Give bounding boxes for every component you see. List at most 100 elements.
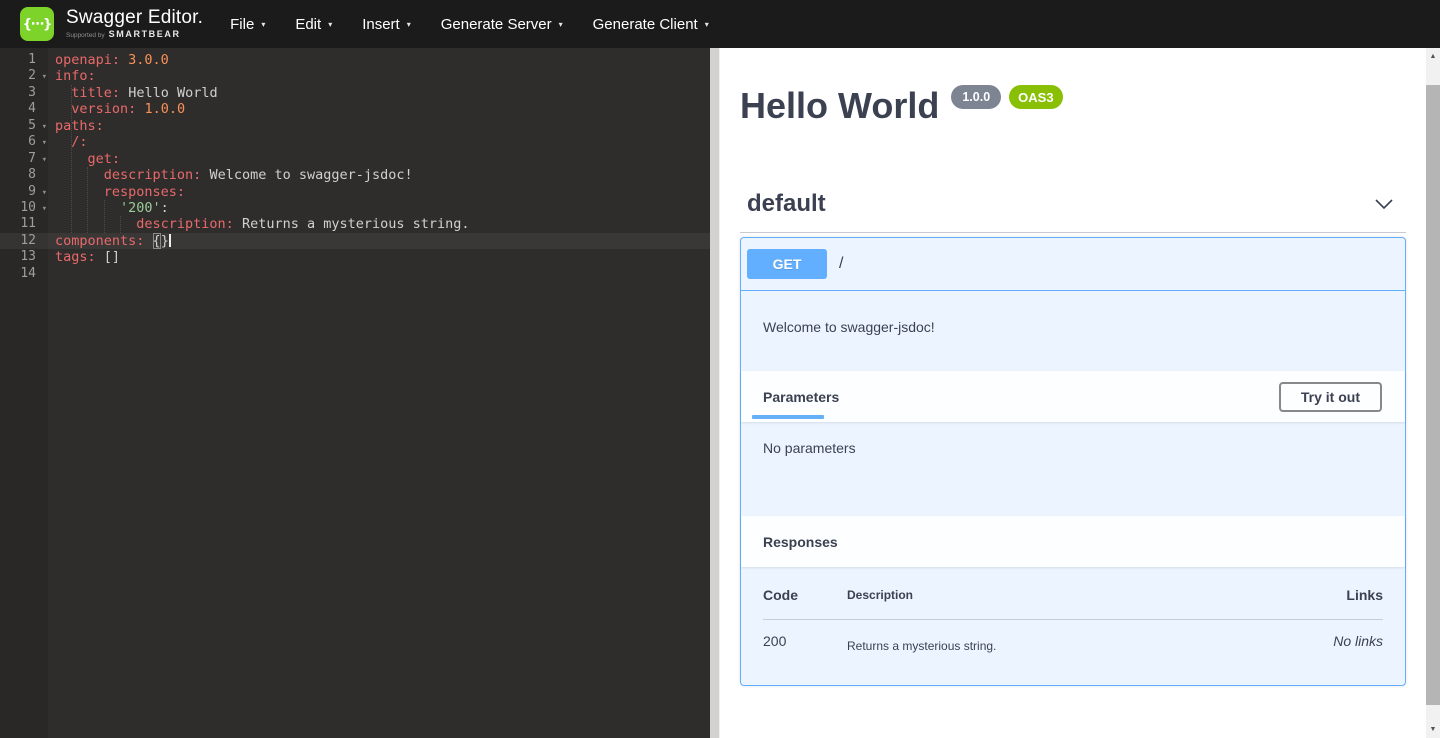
- api-title: Hello World: [740, 88, 939, 124]
- preview-wrapper: Hello World 1.0.0 OAS3 default GET / Wel…: [740, 48, 1406, 686]
- responses-body: Code Description Links 200Returns a myst…: [741, 567, 1405, 685]
- response-links: No links: [1273, 633, 1383, 653]
- gutter-row: 7▾: [0, 151, 48, 167]
- menu-label: Insert: [362, 16, 400, 33]
- responses-table-header: Code Description Links: [763, 587, 1383, 620]
- editor-line: '200':: [55, 200, 710, 216]
- editor-line: description: Returns a mysterious string…: [55, 216, 710, 232]
- try-it-out-button[interactable]: Try it out: [1279, 382, 1382, 412]
- fold-arrow-icon[interactable]: ▾: [42, 69, 47, 85]
- tag-section-default[interactable]: default: [740, 190, 1406, 233]
- col-header-code: Code: [763, 587, 847, 603]
- swagger-ui-preview: Hello World 1.0.0 OAS3 default GET / Wel…: [720, 48, 1426, 738]
- responses-table: Code Description Links 200Returns a myst…: [763, 587, 1383, 653]
- scrollbar-thumb[interactable]: [1426, 85, 1440, 705]
- yaml-editor[interactable]: 12▾345▾6▾7▾89▾10▾11121314 openapi: 3.0.0…: [0, 48, 710, 738]
- line-numbers: 12▾345▾6▾7▾89▾10▾11121314: [0, 52, 48, 282]
- operation-path: /: [839, 255, 843, 273]
- gutter-row: 5▾: [0, 118, 48, 134]
- response-row: 200Returns a mysterious string.No links: [763, 620, 1383, 653]
- editor-line: openapi: 3.0.0: [55, 52, 710, 68]
- gutter-row: 6▾: [0, 134, 48, 150]
- editor-line: description: Welcome to swagger-jsdoc!: [55, 167, 710, 183]
- menu-label: Edit: [295, 16, 321, 33]
- responses-label: Responses: [763, 534, 838, 550]
- tab-parameters[interactable]: Parameters: [763, 389, 839, 405]
- menu-item-edit[interactable]: Edit ▾: [280, 0, 347, 48]
- brand-sub-smartbear: SMARTBEAR: [109, 30, 181, 39]
- fold-arrow-icon[interactable]: ▾: [42, 185, 47, 201]
- oas3-badge: OAS3: [1009, 85, 1062, 109]
- vertical-scrollbar[interactable]: ▲ ▼: [1426, 48, 1440, 738]
- parameters-header: Parameters Try it out: [741, 371, 1405, 422]
- badges: 1.0.0 OAS3: [951, 85, 1062, 109]
- scroll-down-icon[interactable]: ▼: [1426, 721, 1440, 738]
- line-number: 7: [28, 151, 36, 167]
- line-number: 3: [28, 85, 36, 101]
- line-number: 11: [20, 216, 36, 232]
- brand-sub-prefix: Supported by: [66, 33, 105, 40]
- fold-arrow-icon[interactable]: ▾: [42, 135, 47, 151]
- menu-item-insert[interactable]: Insert ▾: [347, 0, 426, 48]
- caret-down-icon: ▾: [328, 20, 332, 29]
- menu-item-generate-client[interactable]: Generate Client ▾: [578, 0, 724, 48]
- line-number: 4: [28, 101, 36, 117]
- editor-line: tags: []: [55, 249, 710, 265]
- line-number: 5: [28, 118, 36, 134]
- gutter-row: 13: [0, 249, 48, 265]
- tag-name: default: [747, 190, 826, 218]
- editor-line: components: {}: [55, 233, 710, 249]
- editor-line: responses:: [55, 184, 710, 200]
- gutter-row: 3: [0, 85, 48, 101]
- menu-bar: File▾Edit▾Insert▾Generate Server▾Generat…: [215, 0, 724, 48]
- version-badge: 1.0.0: [951, 85, 1001, 109]
- gutter-row: 4: [0, 101, 48, 117]
- line-number: 14: [20, 266, 36, 282]
- editor-line: /:: [55, 134, 710, 150]
- gutter-row: 9▾: [0, 184, 48, 200]
- menu-label: Generate Client: [593, 16, 698, 33]
- operation-summary[interactable]: GET /: [741, 238, 1405, 291]
- menu-item-generate-server[interactable]: Generate Server▾: [426, 0, 578, 48]
- code-area[interactable]: openapi: 3.0.0info: title: Hello World v…: [55, 52, 710, 282]
- editor-line: paths:: [55, 118, 710, 134]
- opblock-get: GET / Welcome to swagger-jsdoc! Paramete…: [740, 237, 1406, 686]
- col-header-description: Description: [847, 588, 1273, 602]
- response-code: 200: [763, 633, 847, 653]
- responses-header: Responses: [741, 516, 1405, 567]
- fold-arrow-icon[interactable]: ▾: [42, 201, 47, 217]
- brand-subtitle: Supported by SMARTBEAR: [66, 30, 203, 40]
- get-method-button[interactable]: GET: [747, 249, 827, 279]
- caret-down-icon: ▾: [407, 20, 411, 29]
- editor-line: version: 1.0.0: [55, 101, 710, 117]
- fold-arrow-icon[interactable]: ▾: [42, 119, 47, 135]
- gutter-row: 1: [0, 52, 48, 68]
- caret-down-icon: ▾: [705, 20, 709, 29]
- parameters-label: Parameters: [763, 389, 839, 405]
- top-navbar: {⋯} Swagger Editor. Supported by SMARTBE…: [0, 0, 1440, 48]
- editor-line: get:: [55, 151, 710, 167]
- pane-splitter[interactable]: [710, 48, 720, 738]
- menu-item-file[interactable]: File▾: [215, 0, 280, 48]
- fold-arrow-icon[interactable]: ▾: [42, 152, 47, 168]
- brand-name: Swagger Editor.: [66, 8, 203, 27]
- swagger-editor-app: {⋯} Swagger Editor. Supported by SMARTBE…: [0, 0, 1440, 738]
- caret-down-icon: ▾: [559, 20, 563, 29]
- active-tab-indicator: [752, 415, 824, 419]
- line-number: 2: [28, 68, 36, 84]
- line-number: 8: [28, 167, 36, 183]
- chevron-down-icon[interactable]: [1372, 194, 1396, 214]
- operation-description: Welcome to swagger-jsdoc!: [741, 291, 1405, 371]
- response-description: Returns a mysterious string.: [847, 633, 1273, 653]
- line-number: 12: [20, 233, 36, 249]
- gutter-row: 14: [0, 266, 48, 282]
- editor-line: [55, 266, 710, 282]
- caret-down-icon: ▾: [261, 20, 265, 29]
- brand: Swagger Editor. Supported by SMARTBEAR: [66, 8, 203, 40]
- col-header-links: Links: [1273, 587, 1383, 603]
- line-number: 6: [28, 134, 36, 150]
- gutter-row: 12: [0, 233, 48, 249]
- gutter-row: 2▾: [0, 68, 48, 84]
- gutter-row: 11: [0, 216, 48, 232]
- scroll-up-icon[interactable]: ▲: [1426, 48, 1440, 65]
